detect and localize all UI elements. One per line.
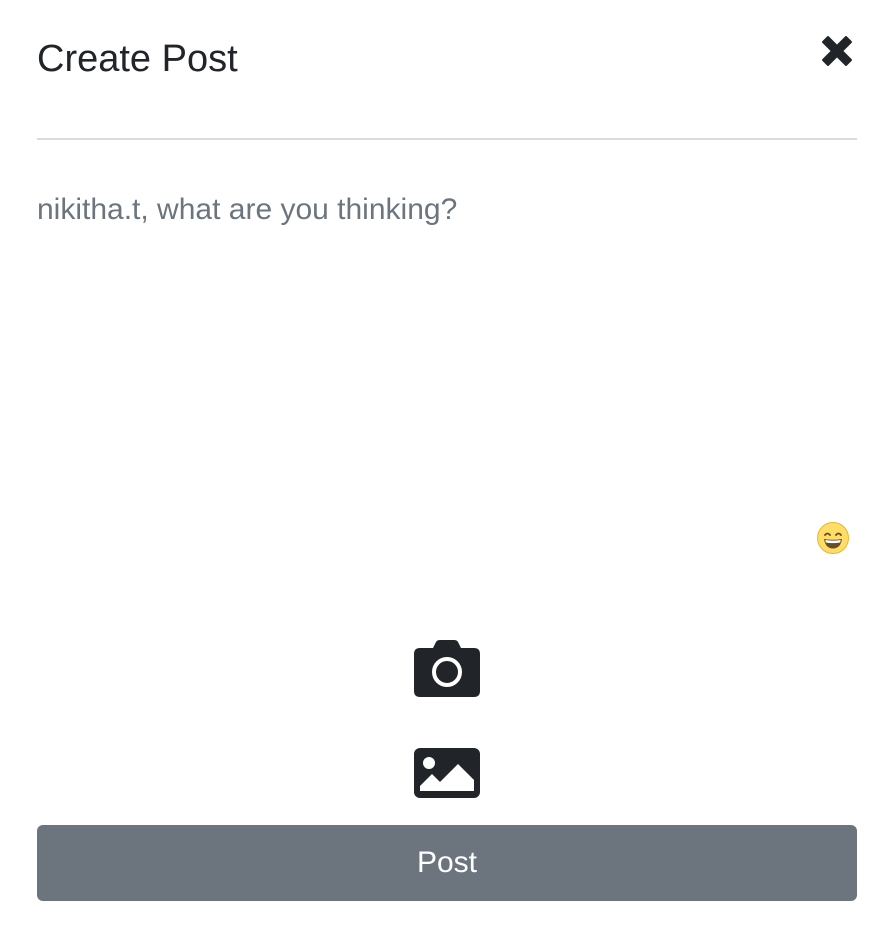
modal-header: Create Post (37, 0, 857, 140)
image-icon (414, 748, 480, 798)
gallery-button[interactable] (414, 748, 480, 798)
emoji-button[interactable] (816, 521, 850, 555)
page-title: Create Post (37, 38, 238, 80)
close-button[interactable] (819, 33, 855, 69)
camera-button[interactable] (414, 640, 480, 698)
close-icon (822, 36, 852, 66)
post-button[interactable]: Post (37, 825, 857, 901)
grinning-face-emoji-icon (817, 522, 849, 554)
camera-icon (414, 640, 480, 697)
create-post-modal: Create Post Post (0, 0, 869, 929)
post-text-input[interactable] (37, 180, 857, 510)
